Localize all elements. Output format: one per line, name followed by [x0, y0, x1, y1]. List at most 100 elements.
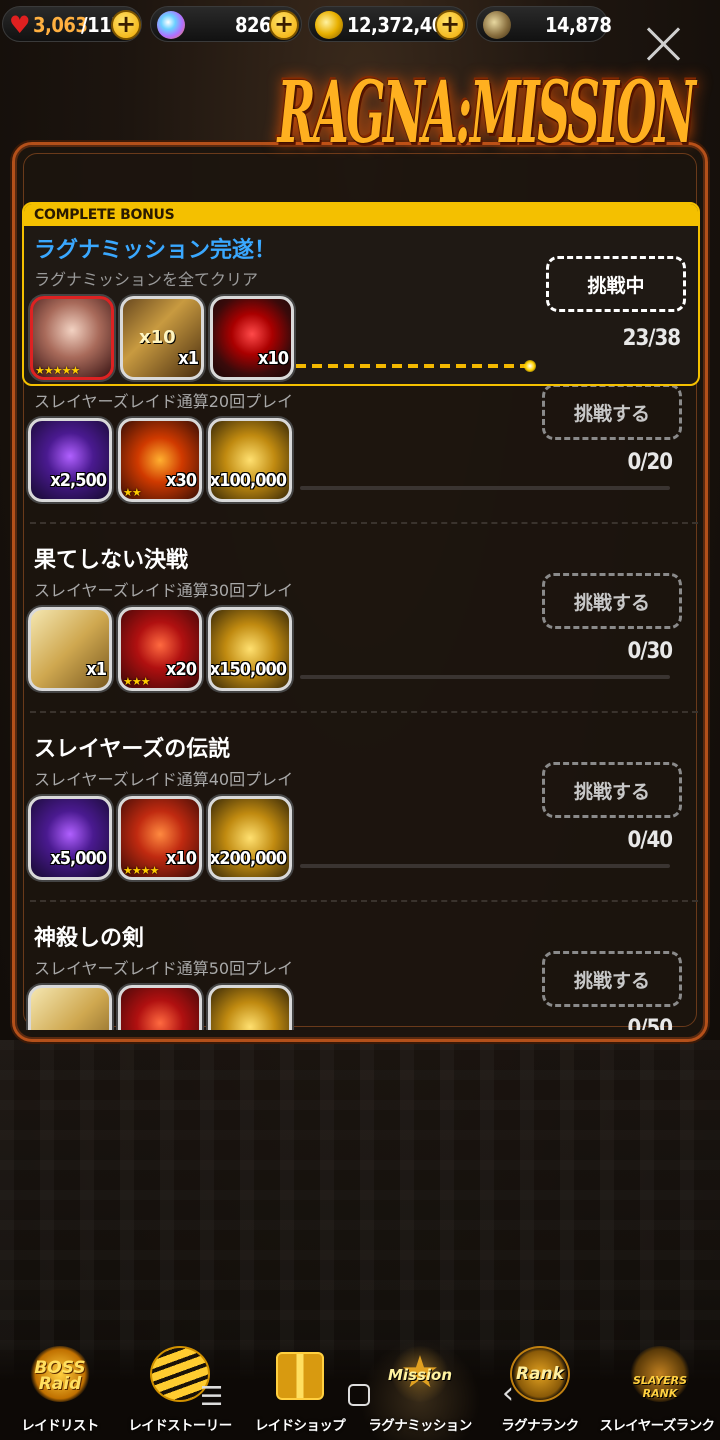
progress-fill [296, 364, 530, 368]
boss-raid-icon: BOSS Raid [30, 1346, 90, 1402]
fire-crystal-icon[interactable]: x30 ★★ [118, 418, 202, 502]
reward-stars: ★★★★ [123, 864, 159, 877]
challenge-button[interactable]: 挑戦する [542, 384, 682, 440]
reward-qty: x10 [258, 348, 289, 369]
reward-qty: x20 [166, 659, 197, 680]
divider [30, 522, 698, 524]
medal-icon [483, 11, 511, 39]
reward-qty: x5,000 [50, 848, 107, 869]
mission-progress: 0/20 [627, 450, 673, 475]
slayers-rank-icon: SLAYERS RANK [630, 1346, 690, 1402]
nav-ragna-rank[interactable]: Rank ラグナランク [480, 1340, 600, 1440]
complete-bonus-progress-bar [296, 360, 682, 372]
nav-label: レイドストーリー [128, 1418, 232, 1434]
ticket-label: x10 [139, 327, 176, 348]
gold-counter: 12,372,406 + [308, 6, 468, 42]
mission-star-icon: ★ Mission [388, 1346, 452, 1402]
add-stamina-button[interactable]: + [111, 10, 141, 40]
gold-coins-icon[interactable] [208, 985, 292, 1030]
mission-progress: 0/40 [627, 828, 673, 853]
ticket-x10-icon[interactable]: x10 x1 [120, 296, 204, 380]
progress-marker [523, 360, 536, 372]
purple-gem-icon[interactable]: x2,500 [28, 418, 112, 502]
complete-bonus-title: ラグナミッション完遂！ [34, 238, 277, 263]
character-card-icon[interactable]: ★★★★★ [30, 296, 114, 380]
red-crystal-icon[interactable]: x10 [210, 296, 294, 380]
mission-progress-bar [300, 486, 670, 490]
reward-stars: ★★★ [123, 675, 151, 688]
recent-apps-icon[interactable]: ☰ [200, 1382, 223, 1412]
gold-coins-icon[interactable]: x200,000 [208, 796, 292, 880]
complete-bonus-card: COMPLETE BONUS ラグナミッション完遂！ ラグナミッションを全てクリ… [22, 202, 700, 386]
gold-coin-icon [315, 11, 343, 39]
logo-text: RAGNA:MISSION [277, 63, 695, 163]
stamina-counter: ♥ 3,063 /112 + [2, 6, 142, 42]
rank-icon-text: Rank [516, 1364, 564, 1384]
challenge-button[interactable]: 挑戦する [542, 951, 682, 1007]
add-gems-button[interactable]: + [269, 10, 299, 40]
mission-icon-text: Mission [387, 1366, 453, 1384]
challenging-button[interactable]: 挑戦中 [546, 256, 686, 312]
divider [30, 711, 698, 713]
mission-rewards [28, 985, 292, 1030]
nav-label: ラグナランク [501, 1418, 579, 1434]
nav-raid-list[interactable]: BOSS Raid レイドリスト [0, 1340, 120, 1440]
reward-qty: x1 [178, 348, 199, 369]
gold-coins-icon[interactable]: x100,000 [208, 418, 292, 502]
reward-stars: ★★ [123, 486, 142, 499]
challenge-button[interactable]: 挑戦する [542, 762, 682, 818]
medal-value: 14,878 [545, 13, 612, 37]
nav-ragna-mission[interactable]: ★ Mission ラグナミッション [360, 1340, 480, 1440]
rainbow-gem-icon [157, 11, 185, 39]
nav-slayers-rank[interactable]: SLAYERS RANK スレイヤーズランク [599, 1340, 720, 1440]
red-gem-icon[interactable] [118, 985, 202, 1030]
home-icon[interactable] [348, 1384, 370, 1406]
nav-label: スレイヤーズランク [599, 1418, 715, 1434]
challenge-button[interactable]: 挑戦する [542, 573, 682, 629]
nav-label: レイドリスト [21, 1418, 99, 1434]
mission-rewards: x2,500 x30 ★★ x100,000 [28, 418, 292, 502]
mission-progress: 0/30 [627, 639, 673, 664]
mission-title: 神殺しの剣 [34, 926, 145, 951]
complete-bonus-progress: 23/38 [622, 326, 681, 351]
mission-progress: 0/50 [627, 1016, 673, 1030]
mission-rewards: x1 x20 ★★★ x150,000 [28, 607, 292, 691]
reward-qty: x1 [86, 659, 107, 680]
complete-bonus-description: ラグナミッションを全てクリア [34, 270, 259, 289]
heart-icon: ♥ [9, 11, 31, 39]
reward-qty: x10 [166, 848, 197, 869]
mission-description: スレイヤーズレイド通算20回プレイ [34, 392, 294, 411]
reward-stars: ★★★★★ [35, 364, 80, 377]
mission-progress-bar [300, 675, 670, 679]
nav-label: ラグナミッション [368, 1418, 472, 1434]
purple-gem-icon[interactable]: x5,000 [28, 796, 112, 880]
gold-card-icon[interactable] [28, 985, 112, 1030]
complete-bonus-rewards: ★★★★★ x10 x1 x10 [30, 296, 294, 380]
gold-card-icon[interactable]: x1 [28, 607, 112, 691]
back-icon[interactable]: ‹ [502, 1376, 514, 1411]
gold-coins-icon[interactable]: x150,000 [208, 607, 292, 691]
gem-value: 826 [235, 13, 272, 37]
mission-progress-bar [300, 864, 670, 868]
reward-qty: x100,000 [209, 470, 287, 491]
divider [30, 900, 698, 902]
add-gold-button[interactable]: + [435, 10, 465, 40]
stamina-value: 3,063 [33, 13, 88, 37]
gift-box-icon [276, 1352, 324, 1400]
slayers-rank-icon-text: SLAYERS RANK [632, 1374, 688, 1400]
red-gem-icon[interactable]: x20 ★★★ [118, 607, 202, 691]
mission-title: スレイヤーズの伝説 [34, 737, 231, 762]
orange-gem-icon[interactable]: x10 ★★★★ [118, 796, 202, 880]
reward-qty: x200,000 [209, 848, 287, 869]
nav-label: レイドショップ [254, 1418, 346, 1434]
gem-counter: 826 + [150, 6, 302, 42]
ragna-mission-logo: RAGNA:MISSION [150, 58, 695, 188]
reward-qty: x150,000 [209, 659, 287, 680]
rank-globe-icon: Rank [510, 1346, 570, 1402]
nav-raid-shop[interactable]: レイドショップ [240, 1340, 360, 1440]
reward-qty: x2,500 [50, 470, 107, 491]
mission-rewards: x5,000 x10 ★★★★ x200,000 [28, 796, 292, 880]
mission-title: 果てしない決戦 [34, 548, 189, 573]
mission-description: スレイヤーズレイド通算50回プレイ [34, 959, 294, 978]
medal-counter: 14,878 [476, 6, 612, 42]
